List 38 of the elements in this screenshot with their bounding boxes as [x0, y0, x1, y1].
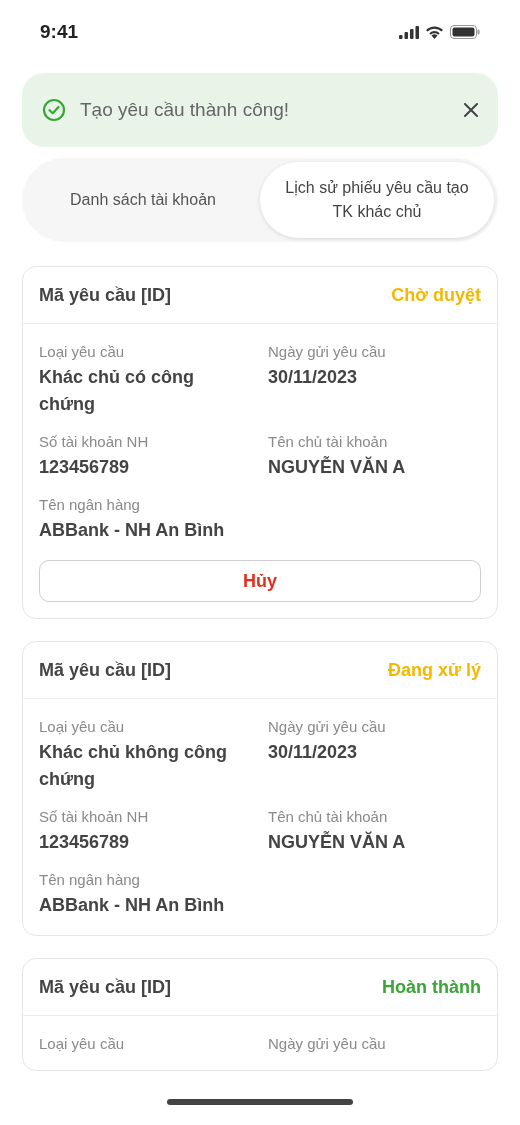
field-value: ABBank - NH An Bình: [39, 519, 226, 542]
tab[interactable]: Lịch sử phiếu yêu cầu tạo TK khác chủ: [260, 162, 494, 238]
field-value: 30/11/2023: [268, 366, 359, 389]
request-status: Hoàn thành: [382, 975, 481, 999]
field-value: 123456789: [39, 456, 131, 479]
request-status: Đang xử lý: [387, 658, 481, 682]
field-value: ABBank - NH An Bình: [39, 894, 226, 917]
field-label: Tên chủ tài khoản: [268, 432, 389, 452]
field-label: Loại yêu cầu: [39, 342, 126, 362]
battery-icon: [450, 25, 480, 39]
field-label: Tên ngân hàng: [39, 495, 141, 515]
field-value: 30/11/2023: [268, 741, 359, 764]
field-value: Khác chủ có công chứng: [39, 366, 196, 416]
request-id: Mã yêu cầu [ID]: [39, 283, 172, 307]
request-id: Mã yêu cầu [ID]: [39, 658, 172, 682]
request-id: Mã yêu cầu [ID]: [39, 975, 172, 999]
wifi-icon: [425, 25, 444, 39]
status-time: 9:41: [40, 19, 79, 44]
field-label: Tên ngân hàng: [39, 870, 141, 890]
field-label: Ngày gửi yêu cầu: [268, 1034, 387, 1054]
field-value: 123456789: [39, 831, 131, 854]
field-label: Tên chủ tài khoản: [268, 807, 389, 827]
toast-message: Tạo yêu cầu thành công!: [80, 97, 291, 122]
cancel-button[interactable]: Hủy: [39, 560, 481, 602]
field-label: Ngày gửi yêu cầu: [268, 717, 387, 737]
field-label: Loại yêu cầu: [39, 717, 126, 737]
field-label: Ngày gửi yêu cầu: [268, 342, 387, 362]
field-label: Số tài khoản NH: [39, 432, 150, 452]
field-label: Số tài khoản NH: [39, 807, 150, 827]
field-value: Khác chủ không công chứng: [39, 741, 228, 791]
field-label: Loại yêu cầu: [39, 1034, 126, 1054]
tab[interactable]: Danh sách tài khoản: [26, 162, 260, 238]
field-value: NGUYỄN VĂN A: [268, 455, 407, 479]
signal-icon: [399, 25, 419, 39]
request-status: Chờ duyệt: [391, 283, 481, 307]
field-value: NGUYỄN VĂN A: [268, 830, 407, 854]
check-circle-icon: [42, 98, 66, 122]
close-icon[interactable]: [464, 103, 478, 117]
